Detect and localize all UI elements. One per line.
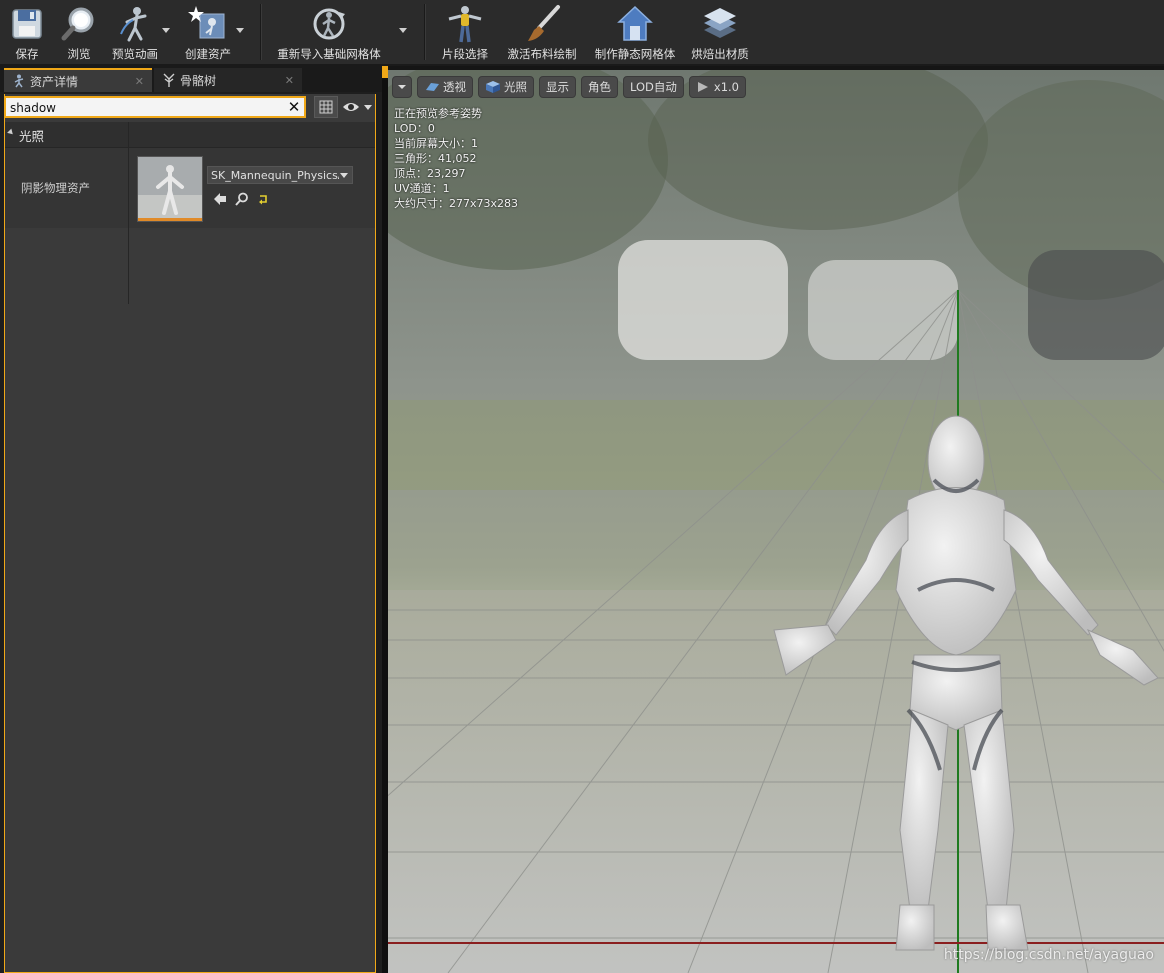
category-lighting[interactable]: 光照: [5, 122, 375, 148]
asset-picker-combo[interactable]: SK_Mannequin_PhysicsAsset: [207, 166, 353, 184]
reimport-icon: [309, 4, 349, 44]
create-asset-icon: [188, 4, 228, 44]
static-mesh-house-icon: [615, 4, 655, 44]
cloth-paint-button[interactable]: 激活布料绘制: [504, 0, 580, 64]
preview-animation-dropdown-icon[interactable]: [162, 28, 170, 33]
make-static-mesh-button[interactable]: 制作静态网格体: [590, 0, 680, 64]
bake-material-label: 烘焙出材质: [691, 47, 749, 61]
viewport-toolbar: 透视 光照 显示 角色 LOD自动 x1.0: [392, 76, 747, 100]
use-selected-arrow-icon[interactable]: [213, 192, 227, 206]
lod-auto-button[interactable]: LOD自动: [623, 76, 684, 98]
close-icon[interactable]: ✕: [135, 75, 144, 88]
property-name: 阴影物理资产: [21, 181, 90, 195]
column-divider: [128, 122, 129, 147]
lod-auto-label: LOD自动: [630, 80, 677, 94]
reimport-dropdown-icon[interactable]: [399, 28, 407, 33]
magnifier-icon: [59, 4, 99, 44]
lod-stat: LOD：0: [394, 122, 435, 135]
toolbar-separator: [424, 4, 426, 60]
category-label: 光照: [19, 129, 45, 144]
play-icon: [697, 82, 708, 92]
browse-asset-magnifier-icon[interactable]: [235, 192, 249, 206]
preview-animation-button[interactable]: 预览动画: [108, 0, 162, 64]
mannequin-tab-icon: [14, 74, 24, 88]
perspective-icon: [426, 83, 439, 91]
create-asset-label: 创建资产: [185, 47, 231, 61]
expand-arrow-icon[interactable]: [7, 128, 15, 137]
bake-material-button[interactable]: 烘焙出材质: [688, 0, 752, 64]
main-toolbar: 保存 浏览 预览动画 创建资产 重新导入基础网格体 片段选择 激活布料绘制 制作…: [0, 0, 1164, 66]
search-input[interactable]: [10, 100, 280, 116]
panel-tab-bar: 资产详情 ✕ 骨骼树 ✕: [0, 66, 382, 92]
reset-to-default-icon[interactable]: [257, 192, 271, 206]
create-asset-dropdown-icon[interactable]: [236, 28, 244, 33]
section-select-button[interactable]: 片段选择: [438, 0, 492, 64]
preview-animation-label: 预览动画: [112, 47, 158, 61]
tab-asset-details-label: 资产详情: [30, 74, 79, 89]
property-row-shadow-physics-asset: 阴影物理资产 SK_Mannequin_PhysicsAsset: [5, 148, 375, 228]
watermark: https://blog.csdn.net/ayaguao: [943, 947, 1154, 963]
save-label: 保存: [15, 47, 39, 61]
toolbar-separator: [260, 4, 262, 60]
asset-actions: [213, 192, 271, 206]
asset-picker-value: SK_Mannequin_PhysicsAsset: [211, 169, 339, 182]
browse-button[interactable]: 浏览: [58, 0, 100, 64]
make-static-mesh-label: 制作静态网格体: [594, 47, 676, 61]
preview-status-text: 正在预览参考姿势: [394, 107, 482, 120]
triangles-stat: 三角形：41,052: [394, 152, 477, 165]
asset-thumbnail[interactable]: [137, 156, 203, 222]
property-matrix-button[interactable]: [314, 96, 338, 118]
approx-size-stat: 大约尺寸：277x73x283: [394, 197, 519, 210]
tab-skeleton-tree[interactable]: 骨骼树 ✕: [154, 68, 302, 92]
details-search-box: ✕: [4, 96, 306, 118]
section-select-label: 片段选择: [442, 47, 488, 61]
show-menu-label: 显示: [546, 80, 569, 94]
cloth-paint-label: 激活布料绘制: [507, 47, 577, 61]
viewport-stats: 正在预览参考姿势 LOD：0 当前屏幕大小：1 三角形：41,052 顶点：23…: [394, 106, 518, 211]
preview-viewport[interactable]: 透视 光照 显示 角色 LOD自动 x1.0 正在预览参考姿势 LOD：0 当前…: [388, 70, 1164, 973]
mannequin-thumbnail-image: [138, 157, 202, 221]
lit-cube-icon: [486, 81, 500, 93]
lit-mode-button[interactable]: 光照: [478, 76, 534, 98]
column-divider: [128, 148, 129, 304]
vertices-stat: 顶点：23,297: [394, 167, 466, 180]
playback-speed-button[interactable]: x1.0: [688, 76, 747, 98]
asset-type-color-bar: [138, 218, 202, 221]
browse-label: 浏览: [67, 47, 91, 61]
grid-icon: [319, 100, 333, 114]
chevron-down-icon: [398, 85, 406, 89]
details-panel: 资产详情 ✕ 骨骼树 ✕ ✕ 光照 阴影物理资产: [0, 66, 382, 973]
perspective-button[interactable]: 透视: [417, 76, 473, 98]
perspective-label: 透视: [443, 80, 466, 94]
chevron-down-icon: [340, 173, 348, 178]
clear-search-icon[interactable]: ✕: [286, 98, 302, 116]
tab-asset-details[interactable]: 资产详情 ✕: [4, 68, 152, 92]
paint-brush-icon: [522, 4, 562, 44]
save-icon: [7, 4, 47, 44]
lit-mode-label: 光照: [504, 80, 527, 94]
skeleton-tree-icon: [163, 73, 175, 87]
view-options-button[interactable]: [342, 98, 374, 116]
mannequin-section-icon: [445, 4, 485, 44]
viewport-options-button[interactable]: [392, 76, 412, 98]
create-asset-button[interactable]: 创建资产: [180, 0, 236, 64]
reimport-base-mesh-label: 重新导入基础网格体: [277, 47, 381, 61]
playback-speed-label: x1.0: [713, 80, 740, 94]
character-menu-label: 角色: [588, 80, 611, 94]
close-icon[interactable]: ✕: [285, 74, 294, 87]
save-button[interactable]: 保存: [6, 0, 48, 64]
show-menu-button[interactable]: 显示: [539, 76, 576, 98]
screen-size-stat: 当前屏幕大小：1: [394, 137, 478, 150]
eye-icon: [343, 103, 372, 111]
tab-skeleton-tree-label: 骨骼树: [180, 73, 217, 88]
character-menu-button[interactable]: 角色: [581, 76, 618, 98]
material-layers-icon: [700, 4, 740, 44]
animation-figure-icon: [115, 4, 155, 44]
reimport-base-mesh-button[interactable]: 重新导入基础网格体: [272, 0, 386, 64]
details-search-row: ✕: [4, 96, 376, 120]
uv-channels-stat: UV通道：1: [394, 182, 450, 195]
